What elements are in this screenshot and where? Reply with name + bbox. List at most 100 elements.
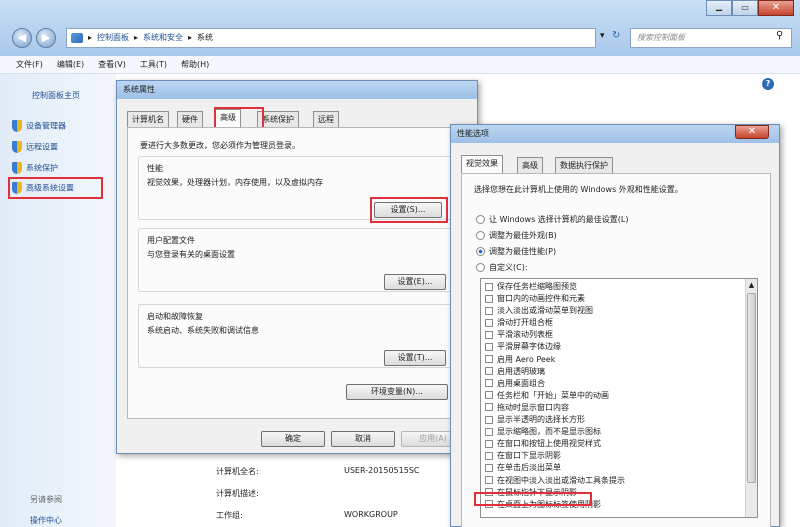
visual-effects-panel: 选择您想在此计算机上使用的 Windows 外观和性能设置。 让 Windows… [461, 173, 771, 527]
checkbox-icon [485, 439, 493, 448]
checkbox-icon [485, 306, 493, 315]
effect-checkbox-item[interactable]: 显示半透明的选择长方形 [485, 414, 753, 426]
menu-file[interactable]: 文件(F) [16, 56, 43, 73]
workgroup-label: 工作组: [216, 511, 243, 520]
radio-best-performance[interactable]: 调整为最佳性能(P) [476, 246, 556, 257]
cancel-button[interactable]: 取消 [331, 431, 395, 447]
startup-recovery-title: 启动和故障恢复 [147, 312, 203, 321]
tab-dep[interactable]: 数据执行保护 [555, 157, 613, 173]
startup-settings-button[interactable]: 设置(T)... [384, 350, 446, 366]
sidebar-item-label: 远程设置 [26, 142, 58, 152]
effect-checkbox-item[interactable]: 拖动时显示窗口内容 [485, 402, 753, 414]
scrollbar[interactable]: ▲ [745, 279, 757, 517]
window-titlebar: ◀ ▶ ▸ 控制面板 ▸ 系统和安全 ▸ 系统 ▾ ↻ 搜索控制面板 ⚲ ▁ ▭… [0, 0, 800, 56]
effect-checkbox-item[interactable]: 平滑屏幕字体边缘 [485, 341, 753, 353]
sidebar-item-label: 设备管理器 [26, 121, 66, 131]
close-button[interactable]: ✕ [758, 0, 794, 16]
effect-checkbox-item[interactable]: 在窗口下显示阴影 [485, 450, 753, 462]
address-dropdown-icon[interactable]: ▾ [600, 31, 605, 41]
control-panel-icon [71, 33, 83, 43]
checkbox-icon [485, 342, 493, 351]
effect-checkbox-item[interactable]: 在视图中淡入淡出或滑动工具条提示 [485, 475, 753, 487]
highlight-settings-button [370, 197, 448, 223]
radio-best-appearance[interactable]: 调整为最佳外观(B) [476, 230, 557, 241]
tab-remote[interactable]: 远程 [313, 111, 339, 127]
effect-checkbox-item[interactable]: 在单击后淡出菜单 [485, 462, 753, 474]
effect-checkbox-item[interactable]: 平滑滚动列表框 [485, 329, 753, 341]
workgroup-value: WORKGROUP [344, 510, 398, 519]
effect-checkbox-item[interactable]: 在窗口和按钮上使用视觉样式 [485, 438, 753, 450]
computer-description-label: 计算机描述: [216, 489, 259, 498]
effect-checkbox-item[interactable]: 保存任务栏缩略图预览 [485, 281, 753, 293]
sidebar-item-device-manager[interactable]: 设备管理器 [12, 120, 66, 132]
shield-icon [12, 162, 22, 174]
shield-icon [12, 182, 22, 194]
sidebar-item-protection[interactable]: 系统保护 [12, 162, 58, 174]
address-bar[interactable]: ▸ 控制面板 ▸ 系统和安全 ▸ 系统 [66, 28, 596, 48]
tab-computer-name[interactable]: 计算机名 [127, 111, 169, 127]
effect-checkbox-item[interactable]: 窗口内的动画控件和元素 [485, 293, 753, 305]
profile-settings-button[interactable]: 设置(E)... [384, 274, 446, 290]
sidebar-item-advanced[interactable]: 高级系统设置 [8, 177, 103, 199]
menu-edit[interactable]: 编辑(E) [57, 56, 84, 73]
breadcrumb-control-panel[interactable]: 控制面板 [97, 29, 129, 47]
help-icon[interactable]: ? [762, 78, 774, 90]
effect-label: 任务栏和「开始」菜单中的动画 [497, 390, 609, 400]
startup-recovery-desc: 系统启动、系统失败和调试信息 [147, 326, 259, 335]
see-also-heading: 另请参阅 [30, 495, 62, 504]
performance-options-dialog: 性能选项 ✕ 视觉效果 高级 数据执行保护 选择您想在此计算机上使用的 Wind… [450, 124, 780, 527]
effect-checkbox-item[interactable]: 显示缩略图，而不是显示图标 [485, 426, 753, 438]
effect-checkbox-item[interactable]: 淡入淡出或滑动菜单到视图 [485, 305, 753, 317]
effect-label: 在窗口和按钮上使用视觉样式 [497, 439, 601, 449]
ok-button[interactable]: 确定 [261, 431, 325, 447]
effect-label: 淡入淡出或滑动菜单到视图 [497, 306, 593, 316]
user-profile-desc: 与您登录有关的桌面设置 [147, 250, 235, 259]
tab-hardware[interactable]: 硬件 [177, 111, 203, 127]
search-icon[interactable]: ⚲ [776, 30, 783, 41]
environment-variables-button[interactable]: 环境变量(N)... [346, 384, 448, 400]
scroll-up-icon[interactable]: ▲ [746, 279, 757, 291]
effect-checkbox-item[interactable]: 滑动打开组合框 [485, 317, 753, 329]
menu-tools[interactable]: 工具(T) [140, 56, 167, 73]
minimize-button[interactable]: ▁ [706, 0, 732, 16]
user-profile-title: 用户配置文件 [147, 236, 195, 245]
checkbox-icon [485, 294, 493, 303]
radio-label: 让 Windows 选择计算机的最佳设置(L) [489, 215, 629, 224]
control-panel-home-link[interactable]: 控制面板主页 [32, 90, 80, 101]
effect-checkbox-item[interactable]: 启用透明玻璃 [485, 366, 753, 378]
highlight-advanced-tab [214, 107, 264, 129]
scrollbar-thumb[interactable] [747, 293, 756, 483]
tab-visual-effects[interactable]: 视觉效果 [461, 155, 503, 173]
breadcrumb-system[interactable]: 系统 [197, 29, 213, 47]
radio-let-windows[interactable]: 让 Windows 选择计算机的最佳设置(L) [476, 214, 629, 225]
action-center-link[interactable]: 操作中心 [30, 515, 62, 526]
computer-full-name-value: USER-20150515SC [344, 466, 420, 475]
menu-help[interactable]: 帮助(H) [181, 56, 209, 73]
radio-custom[interactable]: 自定义(C): [476, 262, 528, 273]
back-button[interactable]: ◀ [12, 28, 32, 48]
effect-label: 窗口内的动画控件和元素 [497, 294, 585, 304]
radio-icon [476, 215, 485, 224]
checkbox-icon [485, 476, 493, 484]
shield-icon [12, 141, 22, 153]
close-button[interactable]: ✕ [735, 125, 769, 139]
effect-checkbox-item[interactable]: 启用桌面组合 [485, 378, 753, 390]
search-input[interactable]: 搜索控制面板 [630, 28, 792, 48]
refresh-icon[interactable]: ↻ [612, 30, 620, 41]
sidebar-item-remote[interactable]: 远程设置 [12, 141, 58, 153]
computer-full-name-label: 计算机全名: [216, 467, 259, 476]
checkbox-icon [485, 391, 493, 400]
menu-view[interactable]: 查看(V) [98, 56, 126, 73]
maximize-button[interactable]: ▭ [732, 0, 758, 16]
effect-label: 平滑滚动列表框 [497, 330, 553, 340]
forward-button[interactable]: ▶ [36, 28, 56, 48]
tab-advanced[interactable]: 高级 [517, 157, 543, 173]
sidebar-item-label: 高级系统设置 [26, 183, 74, 193]
breadcrumb-system-security[interactable]: 系统和安全 [143, 29, 183, 47]
effect-checkbox-item[interactable]: 任务栏和「开始」菜单中的动画 [485, 390, 753, 402]
menu-bar: 文件(F) 编辑(E) 查看(V) 工具(T) 帮助(H) [0, 56, 800, 74]
checkbox-icon [485, 379, 493, 388]
system-properties-dialog: 系统属性 计算机名 硬件 高级 系统保护 远程 要进行大多数更改，您必须作为管理… [116, 80, 478, 454]
close-icon: ✕ [747, 126, 757, 137]
effect-checkbox-item[interactable]: 启用 Aero Peek [485, 354, 753, 366]
